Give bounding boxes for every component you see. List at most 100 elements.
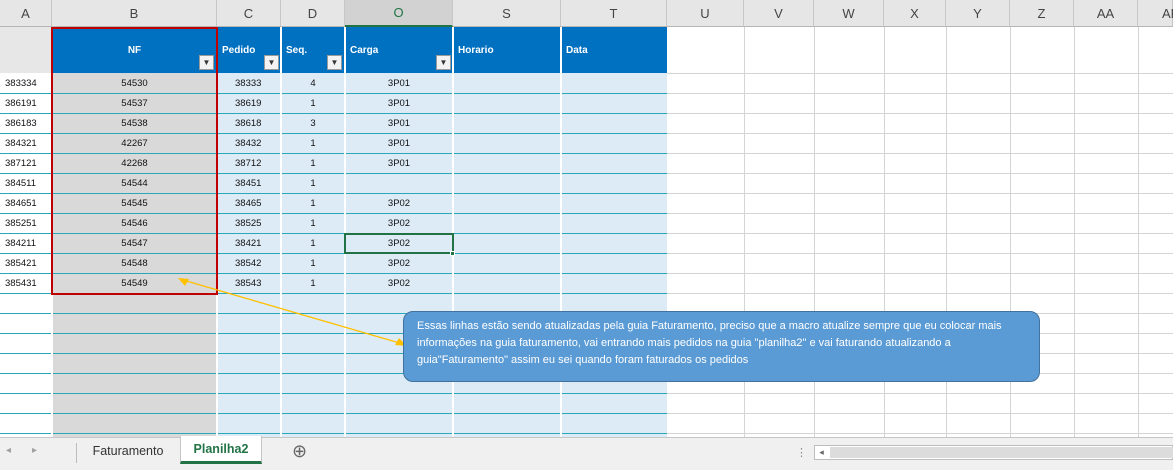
column-header-v[interactable]: V [744, 0, 814, 27]
header-carga-label: Carga [350, 44, 379, 56]
cell-pedido[interactable]: 38542 [235, 253, 280, 273]
cell-seq[interactable]: 3 [281, 113, 345, 133]
column-a-header-cell [0, 27, 52, 73]
cell-seq[interactable]: 1 [281, 153, 345, 173]
cell-pedido[interactable]: 38432 [235, 133, 280, 153]
cell-seq[interactable]: 1 [281, 173, 345, 193]
gridline [667, 173, 1173, 174]
gridline [667, 253, 1173, 254]
cell-a[interactable]: 384211 [5, 233, 51, 253]
cell-a[interactable]: 385421 [5, 253, 51, 273]
cell-carga[interactable]: 3P01 [345, 93, 453, 113]
tab-planilha2-label: Planilha2 [193, 441, 249, 456]
tab-next-icon[interactable]: ▸ [32, 445, 37, 456]
cell-pedido[interactable]: 38712 [235, 153, 280, 173]
callout-note[interactable]: Essas linhas estão sendo atualizadas pel… [403, 311, 1040, 382]
gridline [667, 133, 1173, 134]
column-header-ab[interactable]: AB [1138, 0, 1173, 27]
cell-pedido[interactable]: 38618 [235, 113, 280, 133]
gridline [667, 413, 1173, 414]
tab-faturamento[interactable]: Faturamento [82, 437, 174, 464]
gridline [667, 393, 1173, 394]
add-sheet-icon[interactable]: ⊕ [292, 441, 307, 461]
filter-pedido-icon[interactable]: ▼ [264, 55, 279, 70]
column-header-d[interactable]: D [281, 0, 345, 27]
cell-carga[interactable]: 3P02 [345, 253, 453, 273]
cell-a[interactable]: 387121 [5, 153, 51, 173]
header-pedido-label: Pedido [222, 44, 256, 56]
cell-pedido[interactable]: 38525 [235, 213, 280, 233]
cell-seq[interactable]: 1 [281, 193, 345, 213]
header-data[interactable]: Data [562, 27, 667, 73]
cell-pedido[interactable]: 38333 [235, 73, 280, 93]
cell-pedido[interactable]: 38451 [235, 173, 280, 193]
header-seq-label: Seq. [286, 44, 308, 56]
gridline [667, 213, 1173, 214]
column-header-w[interactable]: W [814, 0, 884, 27]
column-header-x[interactable]: X [884, 0, 946, 27]
cell-a[interactable]: 383334 [5, 73, 51, 93]
cell-seq[interactable]: 1 [281, 93, 345, 113]
header-data-label: Data [566, 44, 588, 56]
cell-carga[interactable]: 3P02 [345, 193, 453, 213]
nf-highlight-box [51, 27, 218, 295]
column-header-aa[interactable]: AA [1074, 0, 1138, 27]
cell-carga[interactable] [345, 173, 453, 193]
cell-seq[interactable]: 1 [281, 233, 345, 253]
column-header-o[interactable]: O [345, 0, 453, 27]
gridline [667, 433, 1173, 434]
cell-seq[interactable]: 1 [281, 213, 345, 233]
scrollbar-thumb[interactable] [830, 447, 1173, 458]
tab-planilha2[interactable]: Planilha2 [180, 436, 262, 464]
gridline [667, 273, 1173, 274]
gridline [667, 93, 1173, 94]
cell-carga[interactable]: 3P01 [345, 133, 453, 153]
gridline [667, 113, 1173, 114]
more-options-icon[interactable]: ⋮ [796, 446, 807, 459]
cell-a[interactable]: 385251 [5, 213, 51, 233]
filter-carga-icon[interactable]: ▼ [436, 55, 451, 70]
header-horario-label: Horario [458, 44, 494, 56]
header-horario[interactable]: Horario [454, 27, 560, 73]
gridline [667, 193, 1173, 194]
gridline [1074, 27, 1075, 437]
cell-carga[interactable]: 3P01 [345, 113, 453, 133]
cell-carga[interactable]: 3P01 [345, 153, 453, 173]
cell-a[interactable]: 385431 [5, 273, 51, 293]
column-header-b[interactable]: B [52, 0, 217, 27]
column-header-u[interactable]: U [667, 0, 744, 27]
row-line [0, 393, 667, 394]
active-cell-selection[interactable] [344, 233, 454, 254]
cell-pedido[interactable]: 38421 [235, 233, 280, 253]
cell-a[interactable]: 384651 [5, 193, 51, 213]
column-header-t[interactable]: T [561, 0, 667, 27]
callout-text: Essas linhas estão sendo atualizadas pel… [417, 320, 1002, 366]
cell-seq[interactable]: 1 [281, 253, 345, 273]
cell-pedido[interactable]: 38619 [235, 93, 280, 113]
cell-pedido[interactable]: 38465 [235, 193, 280, 213]
gridline [667, 153, 1173, 154]
tab-prev-icon[interactable]: ◂ [6, 445, 11, 456]
cell-a[interactable]: 386183 [5, 113, 51, 133]
cell-carga[interactable]: 3P02 [345, 213, 453, 233]
column-header-s[interactable]: S [453, 0, 561, 27]
row-line [0, 413, 667, 414]
tab-divider [76, 443, 77, 463]
filter-seq-icon[interactable]: ▼ [327, 55, 342, 70]
cell-a[interactable]: 384511 [5, 173, 51, 193]
fill-handle[interactable] [450, 251, 455, 256]
gridline [667, 73, 1173, 74]
cell-a[interactable]: 384321 [5, 133, 51, 153]
cell-seq[interactable]: 4 [281, 73, 345, 93]
gridline [667, 233, 1173, 234]
scroll-left-icon[interactable]: ◂ [815, 446, 828, 459]
callout-arrow [178, 278, 407, 346]
cell-seq[interactable]: 1 [281, 133, 345, 153]
column-header-y[interactable]: Y [946, 0, 1010, 27]
cell-carga[interactable]: 3P01 [345, 73, 453, 93]
column-header-c[interactable]: C [217, 0, 281, 27]
column-header-z[interactable]: Z [1010, 0, 1074, 27]
column-header-a[interactable]: A [0, 0, 52, 27]
tab-faturamento-label: Faturamento [92, 443, 164, 458]
cell-a[interactable]: 386191 [5, 93, 51, 113]
